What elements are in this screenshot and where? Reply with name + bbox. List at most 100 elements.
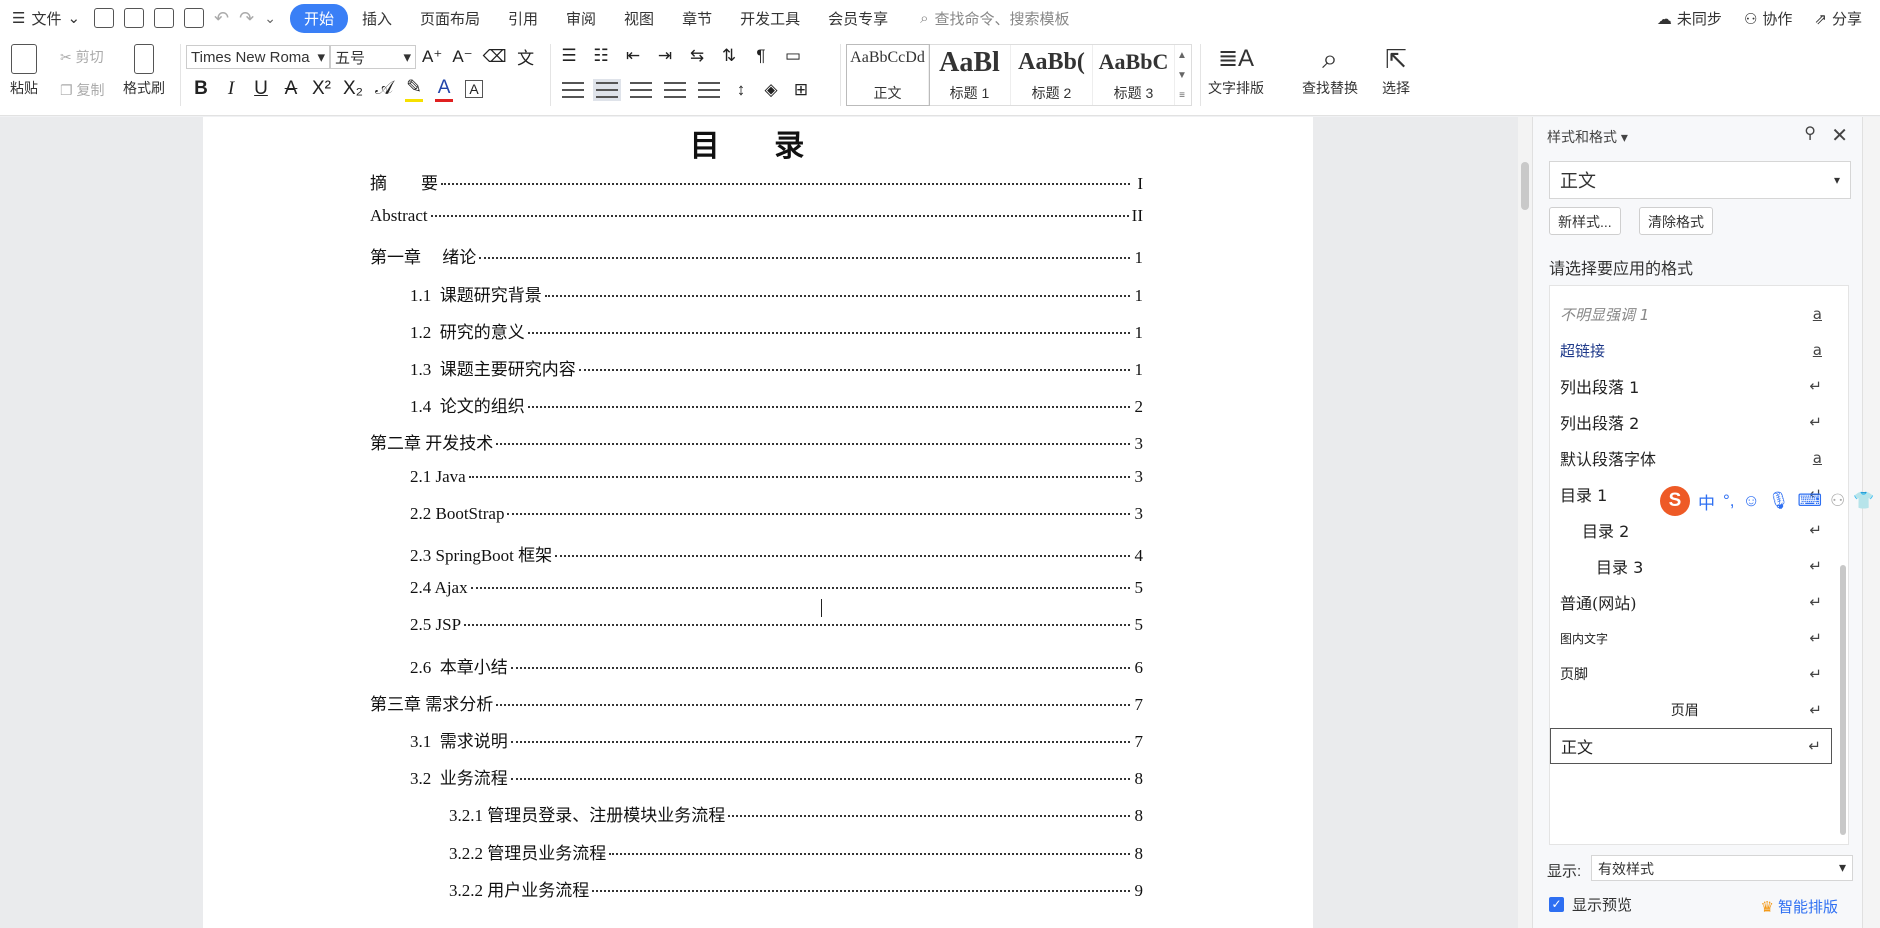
save-icon[interactable] <box>94 8 115 28</box>
show-marks-icon[interactable]: ¶ <box>752 46 770 66</box>
select-button[interactable]: ⇱ 选择 <box>1382 44 1410 98</box>
highlight-icon[interactable]: ✎ <box>405 76 424 102</box>
style-heading-1[interactable]: AaBl 标题 1 <box>929 45 1011 105</box>
document-page[interactable]: 目 录 摘 要 I Abstract II 第一章 绪论 1 1.1 课题研究背景 1 1.2 … <box>203 117 1313 928</box>
toc-entry[interactable]: 第三章 需求分析 7 <box>370 690 1143 715</box>
export-pdf-icon[interactable] <box>124 8 145 28</box>
toc-entry[interactable]: 2.1 Java 3 <box>410 467 1143 487</box>
bold-icon[interactable]: B <box>192 78 210 100</box>
tab-references[interactable]: 引用 <box>494 4 552 33</box>
grow-font-icon[interactable]: A⁺ <box>422 47 442 67</box>
sort-icon[interactable]: ⇅ <box>720 46 738 66</box>
toc-entry[interactable]: 1.1 课题研究背景 1 <box>410 281 1143 306</box>
sogou-logo-icon[interactable]: S <box>1660 486 1690 516</box>
toc-entry[interactable]: 1.3 课题主要研究内容 1 <box>410 355 1143 380</box>
close-icon[interactable]: ✕ <box>1831 123 1848 148</box>
font-size-select[interactable]: 五号 ▾ <box>330 45 416 69</box>
print-icon[interactable] <box>154 8 175 28</box>
toc-entry[interactable]: 1.2 研究的意义 1 <box>410 318 1143 343</box>
user-icon[interactable]: ⚇ <box>1830 491 1845 511</box>
pane-title[interactable]: 样式和格式 ▾ <box>1547 127 1628 147</box>
decrease-indent-icon[interactable]: ⇤ <box>624 46 642 66</box>
style-list-scrollbar[interactable] <box>1839 285 1847 845</box>
strikethrough-icon[interactable]: A <box>282 78 300 100</box>
toc-entry[interactable]: 2.4 Ajax 5 <box>410 578 1143 598</box>
toc-entry[interactable]: 3.1 需求说明 7 <box>410 727 1143 752</box>
style-list-item[interactable]: 目录 3 ↵ <box>1550 548 1832 584</box>
collab-button[interactable]: ⚇ 协作 <box>1744 8 1792 29</box>
paste-button[interactable]: 粘贴 <box>10 44 38 98</box>
microphone-icon[interactable]: 🎙 <box>1768 491 1790 511</box>
toc-entry[interactable]: 3.2.2 管理员业务流程 8 <box>449 839 1143 864</box>
bullet-list-icon[interactable]: ☰ <box>560 46 578 66</box>
align-center-icon[interactable] <box>593 79 621 101</box>
distribute-icon[interactable] <box>698 82 720 98</box>
document-area[interactable]: 目 录 摘 要 I Abstract II 第一章 绪论 1 1.1 课题研究背景 1 1.2 … <box>0 117 1518 928</box>
keyboard-icon[interactable]: ⌨ <box>1797 491 1822 511</box>
undo-icon[interactable]: ↶ <box>214 8 229 29</box>
toc-entry[interactable]: 第二章 开发技术 3 <box>370 429 1143 454</box>
char-border-icon[interactable]: A <box>465 80 484 98</box>
chevron-up-icon[interactable]: ▲ <box>1177 50 1187 61</box>
toc-entry[interactable]: 2.5 JSP 5 <box>410 615 1143 635</box>
text-layout-button[interactable]: ≣A 文字排版 <box>1208 44 1264 98</box>
emoji-icon[interactable]: ☺ <box>1743 491 1760 511</box>
ruler-icon[interactable]: ▭ <box>784 46 802 66</box>
text-effect-icon[interactable]: 𝒜 <box>375 78 393 100</box>
current-style-select[interactable]: 正文 ▾ <box>1549 161 1851 199</box>
chevron-down-icon[interactable]: ▼ <box>1177 70 1187 81</box>
tab-review[interactable]: 审阅 <box>552 4 610 33</box>
italic-icon[interactable]: I <box>222 78 240 100</box>
styles-scroll[interactable]: ▲ ▼ ≡ <box>1175 45 1189 105</box>
punctuation-icon[interactable]: °, <box>1723 491 1735 511</box>
style-heading-3[interactable]: AaBbC 标题 3 <box>1093 45 1175 105</box>
toc-entry[interactable]: 2.6 本章小结 6 <box>410 653 1143 678</box>
style-heading-2[interactable]: AaBb( 标题 2 <box>1011 45 1093 105</box>
borders-icon[interactable]: ⊞ <box>792 80 810 100</box>
toc-entry[interactable]: 2.3 SpringBoot 框架 4 <box>410 541 1143 566</box>
share-button[interactable]: ⇗ 分享 <box>1814 8 1862 29</box>
show-filter-select[interactable]: 有效样式 ▾ <box>1591 855 1853 881</box>
tab-home[interactable]: 开始 <box>289 3 348 33</box>
style-list-item[interactable]: 列出段落 2 ↵ <box>1550 404 1832 440</box>
style-list-item[interactable]: 普通(网站) ↵ <box>1550 584 1832 620</box>
increase-indent-icon[interactable]: ⇥ <box>656 46 674 66</box>
format-painter-button[interactable]: 格式刷 <box>123 44 165 98</box>
document-scrollbar[interactable] <box>1518 117 1532 928</box>
justify-icon[interactable] <box>664 82 686 98</box>
style-list-item[interactable]: 页眉 ↵ <box>1550 692 1832 728</box>
style-list-item[interactable]: 默认段落字体 a <box>1550 440 1832 476</box>
customize-toolbar-icon[interactable]: ⌄ <box>264 10 276 27</box>
copy-button[interactable]: ❐ 复制 <box>60 80 104 100</box>
ime-lang-toggle[interactable]: 中 <box>1698 489 1715 514</box>
tab-chapter[interactable]: 章节 <box>668 4 726 33</box>
style-list-item[interactable]: 页脚 ↵ <box>1550 656 1832 692</box>
redo-icon[interactable]: ↷ <box>239 8 254 29</box>
toc-entry[interactable]: Abstract II <box>370 206 1143 226</box>
pin-icon[interactable]: ⚲ <box>1804 123 1816 143</box>
underline-icon[interactable]: U <box>252 78 270 100</box>
font-name-select[interactable]: Times New Roma ▾ <box>186 45 330 69</box>
tab-member[interactable]: 会员专享 <box>814 4 902 33</box>
style-list-item[interactable]: 不明显强调 1 a <box>1550 296 1832 332</box>
toc-entry[interactable]: 3.2.1 管理员登录、注册模块业务流程 8 <box>449 801 1143 826</box>
subscript-icon[interactable]: X₂ <box>343 78 363 100</box>
show-preview-checkbox[interactable]: ✓ 显示预览 <box>1549 894 1632 915</box>
text-direction-icon[interactable]: ⇆ <box>688 46 706 66</box>
tab-view[interactable]: 视图 <box>610 4 668 33</box>
file-menu[interactable]: ☰ 文件 ⌄ <box>12 8 80 29</box>
cut-button[interactable]: ✂ 剪切 <box>60 47 104 67</box>
skin-icon[interactable]: 👕 <box>1853 491 1874 511</box>
scrollbar-thumb[interactable] <box>1840 565 1846 835</box>
smart-layout-button[interactable]: ♛ 智能排版 <box>1761 896 1838 917</box>
style-list-item[interactable]: 图内文字 ↵ <box>1550 620 1832 656</box>
style-list-item[interactable]: 列出段落 1 ↵ <box>1550 368 1832 404</box>
clear-format-icon[interactable]: ⌫ <box>483 47 507 67</box>
shading-icon[interactable]: ◈ <box>762 80 780 100</box>
align-left-icon[interactable] <box>562 82 584 98</box>
numbered-list-icon[interactable]: ☷ <box>592 46 610 66</box>
toc-entry[interactable]: 3.2 业务流程 8 <box>410 764 1143 789</box>
superscript-icon[interactable]: X² <box>312 78 331 100</box>
unsync-button[interactable]: ☁ 未同步 <box>1657 8 1722 29</box>
phonetic-icon[interactable]: 文 <box>517 44 535 69</box>
